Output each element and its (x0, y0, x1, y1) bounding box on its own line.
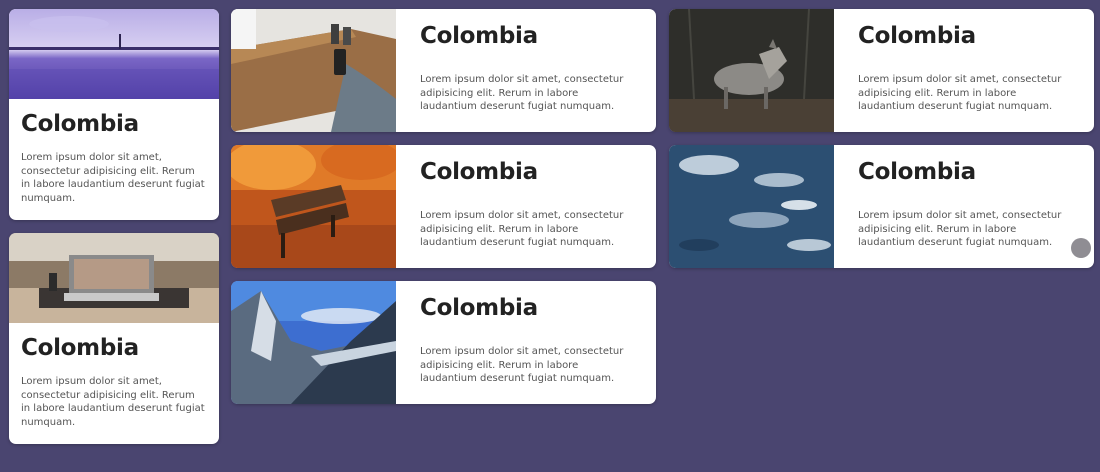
card-title: Colombia (420, 23, 538, 49)
card-table[interactable]: Colombia Lorem ipsum dolor sit amet, con… (231, 9, 656, 132)
scroll-indicator[interactable] (1071, 238, 1091, 258)
card-water[interactable]: Colombia Lorem ipsum dolor sit amet, con… (669, 145, 1094, 268)
card-body: Lorem ipsum dolor sit amet, consectetur … (858, 74, 1062, 112)
card-image-mountain (231, 281, 396, 404)
card-bench[interactable]: Colombia Lorem ipsum dolor sit amet, con… (231, 145, 656, 268)
card-body: Lorem ipsum dolor sit amet, consectetur … (420, 346, 624, 384)
card-image-bench (231, 145, 396, 268)
card-image-water (669, 145, 834, 268)
card-mountain[interactable]: Colombia Lorem ipsum dolor sit amet, con… (231, 281, 656, 404)
card-title: Colombia (21, 335, 139, 361)
card-body: Lorem ipsum dolor sit amet, consectetur … (21, 152, 205, 204)
card-image-wolf (669, 9, 834, 132)
card-laptop[interactable]: Colombia Lorem ipsum dolor sit amet, con… (9, 233, 219, 444)
card-body: Lorem ipsum dolor sit amet, consectetur … (21, 376, 205, 428)
card-lake[interactable]: Colombia Lorem ipsum dolor sit amet, con… (9, 9, 219, 220)
card-title: Colombia (420, 159, 538, 185)
card-title: Colombia (858, 159, 976, 185)
card-image-table (231, 9, 396, 132)
card-body: Lorem ipsum dolor sit amet, consectetur … (858, 210, 1062, 248)
card-title: Colombia (858, 23, 976, 49)
card-title: Colombia (21, 111, 139, 137)
card-title: Colombia (420, 295, 538, 321)
card-body: Lorem ipsum dolor sit amet, consectetur … (420, 210, 624, 248)
card-body: Lorem ipsum dolor sit amet, consectetur … (420, 74, 624, 112)
card-wolf[interactable]: Colombia Lorem ipsum dolor sit amet, con… (669, 9, 1094, 132)
card-image-lake (9, 9, 219, 99)
card-image-laptop (9, 233, 219, 323)
